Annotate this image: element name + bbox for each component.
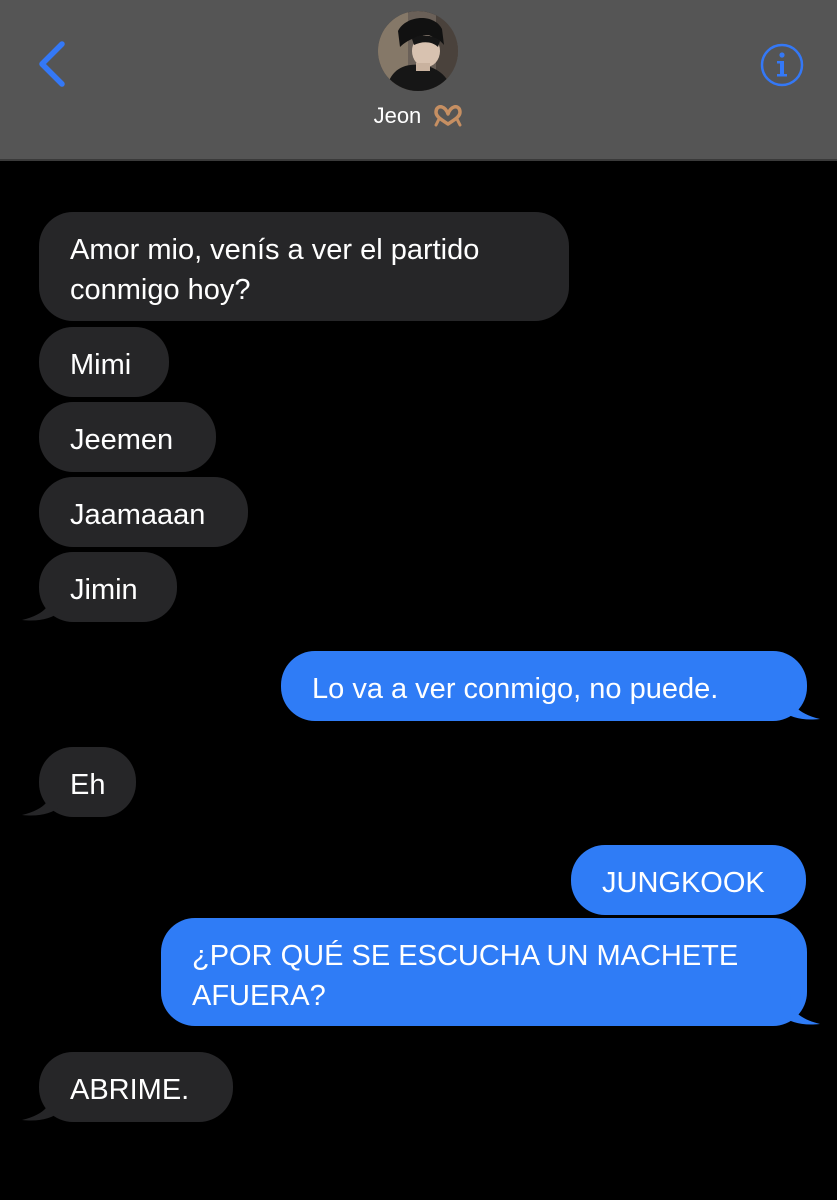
contact-avatar[interactable] <box>378 11 458 91</box>
bubble-tail-sent <box>782 994 820 1025</box>
conversation-header: Jeon <box>0 0 837 161</box>
message-bubble-received[interactable]: Jeemen <box>39 402 216 472</box>
message-bubble-sent[interactable]: ¿POR QUÉ SE ESCUCHA UN MACHETE AFUERA? <box>161 918 807 1026</box>
message-text-line: AFUERA? <box>192 980 326 1012</box>
heart-hands-icon <box>433 105 463 135</box>
message-text-line: JUNGKOOK <box>602 867 765 899</box>
bubble-tail-received <box>22 590 60 621</box>
message-text-line: Mimi <box>70 349 132 381</box>
message-bubble-sent[interactable]: JUNGKOOK <box>571 845 806 915</box>
message-text-line: conmigo hoy? <box>70 274 251 306</box>
info-button[interactable] <box>759 42 805 88</box>
bubble-tail-sent <box>782 689 820 720</box>
avatar-photo <box>378 11 458 91</box>
message-text-line: Jimin <box>70 574 138 606</box>
message-bubble-sent[interactable]: Lo va a ver conmigo, no puede. <box>281 651 807 721</box>
message-bubble-received[interactable]: Amor mio, venís a ver el partido conmigo… <box>39 212 569 321</box>
message-text-line: Jaamaaan <box>70 499 206 531</box>
chevron-left-icon <box>39 41 65 87</box>
message-text-line: Jeemen <box>70 424 174 456</box>
contact-name-button[interactable]: Jeon <box>0 101 837 135</box>
message-bubble-received[interactable]: Mimi <box>39 327 169 397</box>
message-text-line: Amor mio, venís a ver el partido <box>70 234 480 266</box>
message-text-line: ¿POR QUÉ SE ESCUCHA UN MACHETE <box>192 940 739 972</box>
message-bubble-received[interactable]: Jaamaaan <box>39 477 248 547</box>
message-bubble-received[interactable]: ABRIME. <box>39 1052 233 1122</box>
bubble-tail-received <box>22 785 60 816</box>
bubble-tail-received <box>22 1090 60 1121</box>
info-icon <box>760 43 804 87</box>
message-text-line: Eh <box>70 769 106 801</box>
contact-name: Jeon <box>373 103 422 128</box>
message-text-line: Lo va a ver conmigo, no puede. <box>312 673 719 705</box>
message-text-line: ABRIME. <box>70 1074 190 1106</box>
back-button[interactable] <box>30 36 80 92</box>
